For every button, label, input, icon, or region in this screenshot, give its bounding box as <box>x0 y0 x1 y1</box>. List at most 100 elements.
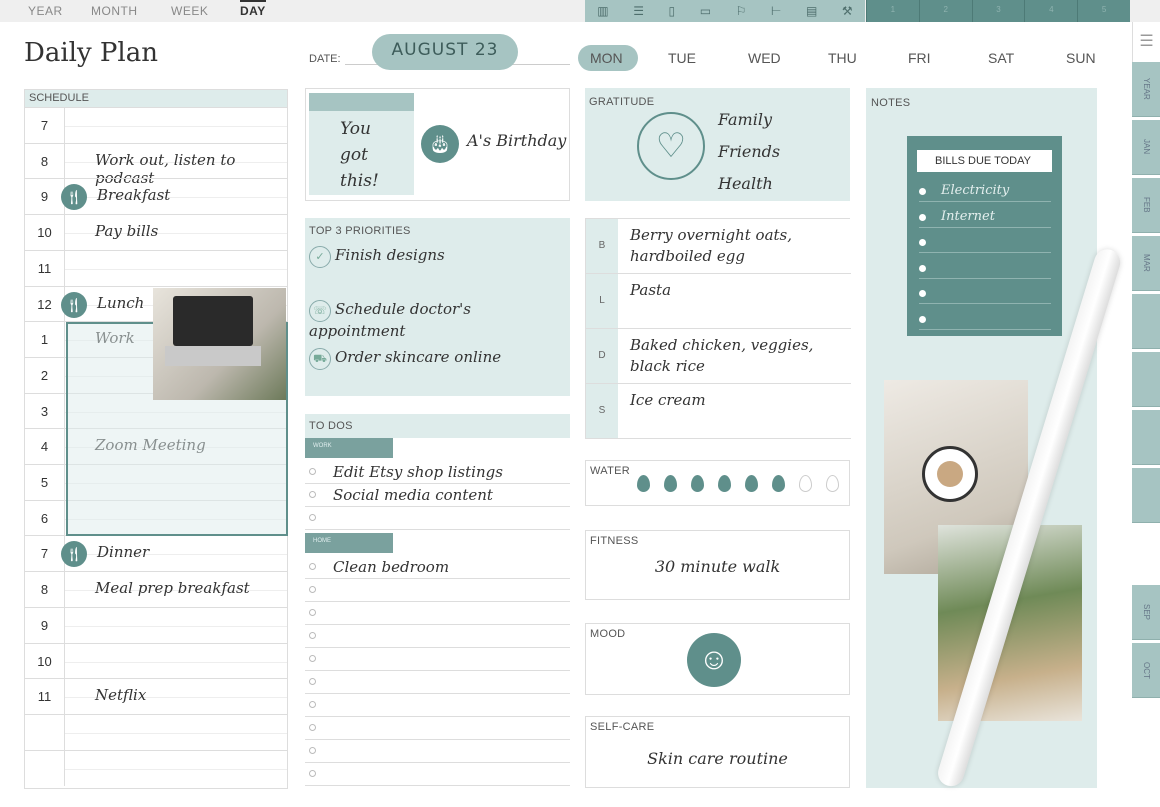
todo-item[interactable] <box>305 507 570 530</box>
bill-item[interactable] <box>919 284 1051 304</box>
month-tab[interactable]: OCT <box>1132 643 1160 698</box>
schedule-row[interactable]: 8 Work out, listen to podcast <box>25 142 287 187</box>
fitness-text[interactable]: 30 minute walk <box>586 557 849 576</box>
month-tab[interactable]: SEP <box>1132 585 1160 640</box>
page-tab[interactable]: 3 <box>971 0 1025 22</box>
bill-item[interactable] <box>919 259 1051 279</box>
flag-icon[interactable]: ⚐ <box>736 4 747 18</box>
day-wed[interactable]: WED <box>748 50 781 66</box>
bill-item[interactable]: Electricity <box>919 182 1051 202</box>
meal-row[interactable]: B Berry overnight oats, hardboiled egg <box>586 219 851 274</box>
todo-item[interactable]: Edit Etsy shop listings <box>305 461 570 484</box>
water-drop-icon[interactable] <box>664 475 677 492</box>
layout-icon[interactable]: ▥ <box>597 4 608 18</box>
schedule-row[interactable]: 10 Pay bills <box>25 214 287 251</box>
month-tab[interactable] <box>1132 352 1160 407</box>
todo-checkbox[interactable] <box>309 514 316 521</box>
todo-checkbox[interactable] <box>309 632 316 639</box>
meal-row[interactable]: S Ice cream <box>586 384 851 439</box>
water-drop-icon[interactable] <box>745 475 758 492</box>
gratitude-label: GRATITUDE <box>589 96 655 108</box>
day-sun[interactable]: SUN <box>1066 50 1096 66</box>
bill-item[interactable] <box>919 310 1051 330</box>
schedule-row[interactable]: 9 🍴︎ Breakfast <box>25 178 287 215</box>
schedule-row[interactable]: 8 Meal prep breakfast <box>25 571 287 608</box>
todo-item[interactable]: Clean bedroom <box>305 556 570 579</box>
water-drop-icon[interactable] <box>691 475 704 492</box>
todo-checkbox[interactable] <box>309 468 316 475</box>
todo-checkbox[interactable] <box>309 586 316 593</box>
todo-item[interactable] <box>305 717 570 740</box>
todo-item[interactable] <box>305 694 570 717</box>
page-tab[interactable]: 2 <box>918 0 972 22</box>
month-tab[interactable]: MAR <box>1132 236 1160 291</box>
todo-checkbox[interactable] <box>309 770 316 777</box>
bill-item[interactable]: Internet <box>919 208 1051 228</box>
month-tab[interactable]: FEB <box>1132 178 1160 233</box>
day-fri[interactable]: FRI <box>908 50 931 66</box>
todo-item[interactable] <box>305 740 570 763</box>
tree-icon[interactable]: ⊢ <box>771 4 781 18</box>
stack-icon[interactable]: ▤ <box>806 4 817 18</box>
meal-row[interactable]: D Baked chicken, veggies, black rice <box>586 329 851 384</box>
month-tab[interactable]: JAN <box>1132 120 1160 175</box>
schedule-row[interactable]: 10 <box>25 642 287 679</box>
nav-day[interactable]: DAY <box>240 4 266 18</box>
todo-item[interactable] <box>305 579 570 602</box>
selfcare-text[interactable]: Skin care routine <box>586 749 849 768</box>
todo-item[interactable]: Social media content <box>305 484 570 507</box>
list-icon[interactable]: ☰ <box>633 4 644 18</box>
cart-icon[interactable]: ⛟ <box>309 348 331 370</box>
bill-item[interactable] <box>919 233 1051 253</box>
schedule-row[interactable]: 11 Netflix <box>25 678 287 715</box>
todo-checkbox[interactable] <box>309 724 316 731</box>
date-value[interactable]: AUGUST 23 <box>372 40 518 60</box>
nav-week[interactable]: WEEK <box>171 4 208 18</box>
todo-item[interactable] <box>305 602 570 625</box>
phone-icon[interactable]: ☏ <box>309 300 331 322</box>
schedule-row[interactable] <box>25 749 287 786</box>
schedule-text: Breakfast <box>97 186 171 205</box>
todo-checkbox[interactable] <box>309 563 316 570</box>
smiley-icon[interactable]: ☺ <box>687 633 741 687</box>
todo-checkbox[interactable] <box>309 678 316 685</box>
month-tab[interactable] <box>1132 294 1160 349</box>
nav-month[interactable]: MONTH <box>91 4 138 18</box>
day-tue[interactable]: TUE <box>668 50 696 66</box>
page-icon[interactable]: ▭ <box>700 4 711 18</box>
water-drop-icon[interactable] <box>826 475 839 492</box>
water-drop-icon[interactable] <box>718 475 731 492</box>
nav-year[interactable]: YEAR <box>28 4 63 18</box>
day-mon[interactable]: MON <box>590 50 623 66</box>
check-icon[interactable]: ✓ <box>309 246 331 268</box>
water-drop-icon[interactable] <box>637 475 650 492</box>
schedule-row[interactable]: 11 <box>25 249 287 286</box>
todo-checkbox[interactable] <box>309 609 316 616</box>
meal-row[interactable]: L Pasta <box>586 274 851 329</box>
month-tab[interactable] <box>1132 468 1160 523</box>
month-tab[interactable] <box>1132 410 1160 465</box>
note-icon[interactable]: ▯ <box>669 4 676 18</box>
todo-checkbox[interactable] <box>309 701 316 708</box>
schedule-row[interactable]: 9 <box>25 606 287 643</box>
water-drop-icon[interactable] <box>772 475 785 492</box>
menu-icon[interactable]: ☰ <box>1132 22 1160 62</box>
todo-checkbox[interactable] <box>309 747 316 754</box>
todo-checkbox[interactable] <box>309 655 316 662</box>
day-sat[interactable]: SAT <box>988 50 1014 66</box>
page-tab[interactable]: 1 <box>866 0 919 22</box>
todo-item[interactable] <box>305 648 570 671</box>
schedule-row[interactable]: 7 <box>25 107 287 143</box>
todo-item[interactable] <box>305 625 570 648</box>
page-tab[interactable]: 5 <box>1077 0 1130 22</box>
month-tab[interactable]: YEAR <box>1132 62 1160 117</box>
schedule-row[interactable] <box>25 713 287 750</box>
todo-checkbox[interactable] <box>309 491 316 498</box>
day-thu[interactable]: THU <box>828 50 857 66</box>
todo-item[interactable] <box>305 671 570 694</box>
water-drop-icon[interactable] <box>799 475 812 492</box>
todo-item[interactable] <box>305 763 570 786</box>
tools-icon[interactable]: ⚒ <box>842 4 853 18</box>
schedule-row[interactable]: 7 🍴︎ Dinner <box>25 535 287 572</box>
page-tab[interactable]: 4 <box>1024 0 1077 22</box>
